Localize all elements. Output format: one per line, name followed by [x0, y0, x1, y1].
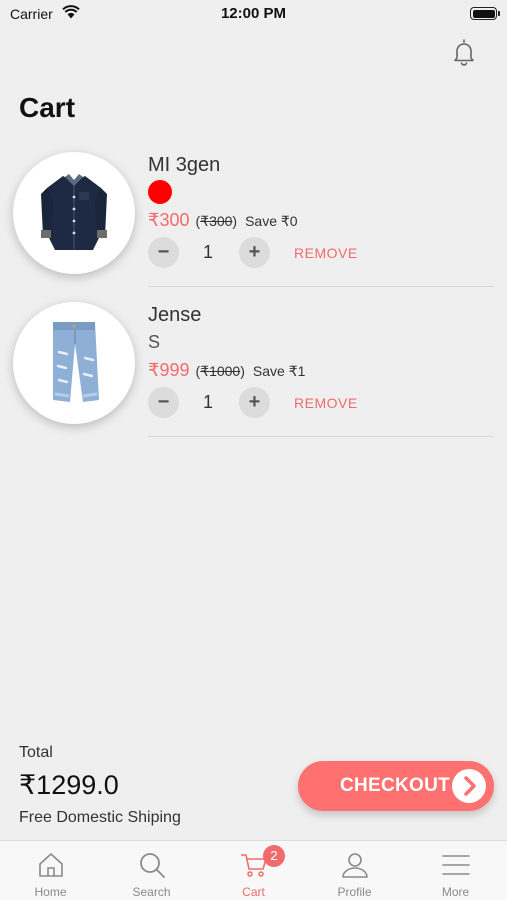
checkout-button[interactable]: CHECKOUT [298, 761, 494, 811]
tab-more[interactable]: More [405, 841, 506, 900]
tab-label: Search [132, 885, 171, 899]
color-swatch [148, 180, 172, 204]
jeans-image [53, 322, 99, 402]
save-amount: Save ₹0 [245, 213, 298, 229]
product-image[interactable] [13, 152, 135, 274]
original-price: ₹1000 [200, 363, 241, 379]
search-icon [140, 853, 165, 878]
page-title: Cart [19, 92, 76, 123]
item-price: ₹300 [148, 210, 190, 230]
shipping-note: Free Domestic Shiping [19, 809, 181, 826]
original-price: ₹300 [200, 213, 233, 229]
divider [148, 436, 494, 437]
paren-close: ) [232, 213, 238, 229]
tab-profile[interactable]: Profile [304, 841, 405, 900]
decrease-quantity-button[interactable]: − [148, 387, 179, 418]
tab-label: Cart [242, 885, 265, 899]
remove-button[interactable]: REMOVE [294, 395, 358, 411]
paren-close: ) [240, 363, 245, 379]
decrease-quantity-button[interactable]: − [148, 237, 179, 268]
shirt-image [41, 174, 107, 250]
save-amount: Save ₹1 [252, 363, 306, 379]
home-icon [39, 853, 63, 877]
quantity-value: 1 [202, 242, 213, 262]
remove-button[interactable]: REMOVE [294, 245, 358, 261]
item-name: MI 3gen [148, 154, 221, 176]
tab-label: More [441, 885, 470, 899]
item-price: ₹999 [148, 360, 190, 380]
tab-search[interactable]: Search [101, 841, 202, 900]
price-row: ₹999 (₹1000) Save ₹1 [148, 360, 305, 382]
tab-bar: Home Search 2 Cart Profile More [0, 840, 507, 900]
battery-icon [470, 7, 500, 20]
cart-item: Jense S ₹999 (₹1000) Save ₹1 − 1 + REMOVE [0, 300, 507, 450]
cart-item: MI 3gen ₹300 (₹300) Save ₹0 − 1 + REMOVE [0, 150, 507, 300]
bell-icon[interactable] [452, 38, 476, 66]
item-size: S [148, 332, 161, 352]
increase-quantity-button[interactable]: + [239, 387, 270, 418]
quantity-value: 1 [202, 392, 213, 412]
tab-label: Profile [337, 885, 372, 899]
total-label: Total [19, 744, 53, 761]
cart-badge: 2 [263, 845, 285, 867]
product-image[interactable] [13, 302, 135, 424]
tab-label: Home [34, 885, 67, 899]
status-time: 12:00 PM [220, 5, 287, 22]
tab-cart[interactable]: 2 Cart [203, 841, 304, 900]
increase-quantity-button[interactable]: + [239, 237, 270, 268]
total-value: ₹1299.0 [19, 770, 119, 800]
price-row: ₹300 (₹300) Save ₹0 [148, 210, 298, 232]
item-name: Jense [148, 304, 202, 326]
chevron-right-icon [452, 769, 486, 803]
checkout-label: CHECKOUT [340, 775, 451, 796]
tab-home[interactable]: Home [0, 841, 101, 900]
divider [148, 286, 494, 287]
user-icon [342, 853, 368, 878]
status-bar: Carrier 12:00 PM [0, 0, 507, 28]
menu-icon [442, 855, 470, 875]
